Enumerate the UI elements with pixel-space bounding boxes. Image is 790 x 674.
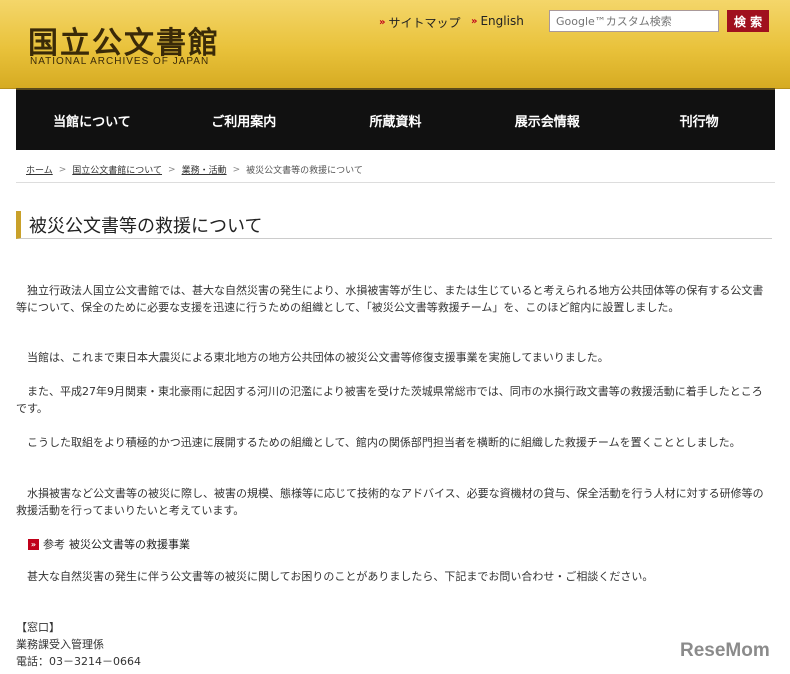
search-input[interactable]	[549, 10, 719, 32]
nav-item-publications[interactable]: 刊行物	[623, 90, 775, 150]
paragraph-history: 当館は、これまで東日本大震災による東北地方の地方公共団体の被災公文書等修復支援事…	[27, 351, 609, 364]
sitemap-link[interactable]: » サイトマップ	[379, 14, 460, 31]
nav-item-guide[interactable]: ご利用案内	[168, 90, 320, 150]
english-label: English	[480, 14, 524, 28]
nav-item-exhibitions[interactable]: 展示会情報	[471, 90, 623, 150]
english-link[interactable]: » English	[471, 14, 524, 28]
resemom-watermark: ReseMom	[680, 640, 770, 662]
arrow-right-icon: »	[471, 15, 478, 27]
contact-phone: 電話：03－3214－0664	[16, 655, 141, 668]
paragraph-support: 水損被害など公文書等の被災に際し、被害の規模、態様等に応じて技術的なアドバイス、…	[16, 487, 764, 517]
watermark-text-a: Rese	[680, 640, 726, 661]
search-button[interactable]: 検 索	[727, 10, 769, 32]
breadcrumb-separator: >	[168, 164, 176, 175]
site-header: 国立公文書館 NATIONAL ARCHIVES OF JAPAN » サイトマ…	[0, 0, 790, 89]
reference-prefix: 参考	[43, 538, 65, 551]
breadcrumb-activities[interactable]: 業務・活動	[182, 163, 227, 176]
reference-row: » 参考 被災公文書等の救援事業	[28, 536, 190, 552]
contact-department: 業務課受入管理係	[16, 638, 104, 651]
breadcrumb-about[interactable]: 国立公文書館について	[72, 163, 162, 176]
watermark-text-b: Mom	[725, 640, 770, 661]
paragraph-intro: 独立行政法人国立公文書館では、甚大な自然災害の発生により、水損被害等が生じ、また…	[16, 284, 764, 314]
sitemap-label: サイトマップ	[388, 16, 461, 30]
contact-heading: 【窓口】	[16, 621, 60, 634]
paragraph-team: こうした取組をより積極的かつ迅速に展開するための組織として、館内の関係部門担当者…	[27, 436, 741, 449]
main-nav: 当館について ご利用案内 所蔵資料 展示会情報 刊行物	[16, 88, 775, 150]
breadcrumb-current: 被災公文書等の救援について	[246, 166, 363, 176]
reference-link[interactable]: 被災公文書等の救援事業	[69, 536, 190, 552]
page-title: 被災公文書等の救援について	[16, 211, 772, 239]
breadcrumb: ホーム > 国立公文書館について > 業務・活動 > 被災公文書等の救援について	[16, 157, 775, 183]
paragraph-closing: 甚大な自然災害の発生に伴う公文書等の被災に関してお困りのことがありましたら、下記…	[27, 570, 654, 583]
nav-item-collections[interactable]: 所蔵資料	[320, 90, 472, 150]
arrow-right-icon: »	[28, 538, 39, 550]
breadcrumb-home[interactable]: ホーム	[26, 163, 53, 176]
arrow-right-icon: »	[379, 17, 386, 28]
breadcrumb-separator: >	[232, 164, 241, 175]
site-logo-english[interactable]: NATIONAL ARCHIVES OF JAPAN	[30, 56, 209, 67]
paragraph-joso: また、平成27年9月関東・東北豪雨に起因する河川の氾濫により被害を受けた茨城県常…	[16, 385, 763, 415]
nav-item-about[interactable]: 当館について	[16, 90, 168, 150]
breadcrumb-separator: >	[58, 164, 67, 175]
